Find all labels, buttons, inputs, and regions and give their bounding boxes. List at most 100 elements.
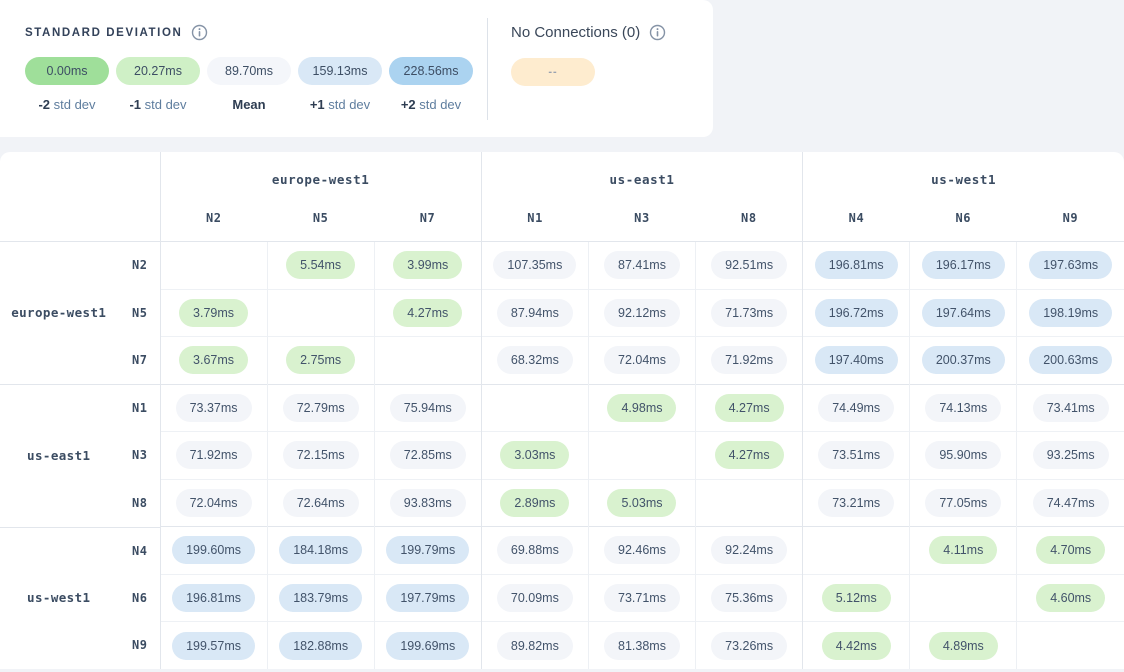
- latency-pill[interactable]: 2.75ms: [286, 346, 355, 374]
- latency-pill[interactable]: 87.41ms: [604, 251, 680, 279]
- latency-pill[interactable]: 89.82ms: [497, 632, 573, 660]
- latency-pill[interactable]: 200.37ms: [922, 346, 1005, 374]
- latency-pill[interactable]: 182.88ms: [279, 632, 362, 660]
- latency-pill[interactable]: 74.13ms: [925, 394, 1001, 422]
- latency-pill[interactable]: 93.83ms: [390, 489, 466, 517]
- latency-pill[interactable]: 4.27ms: [393, 299, 462, 327]
- matrix-cell: 197.40ms: [803, 337, 910, 385]
- latency-pill[interactable]: 197.63ms: [1029, 251, 1112, 279]
- legend-pill: 159.13ms: [298, 57, 382, 85]
- latency-pill[interactable]: 4.60ms: [1036, 584, 1105, 612]
- matrix-cell: 184.18ms: [267, 527, 374, 575]
- latency-pill[interactable]: 73.41ms: [1033, 394, 1109, 422]
- latency-pill[interactable]: 197.79ms: [386, 584, 469, 612]
- latency-pill[interactable]: 72.04ms: [176, 489, 252, 517]
- latency-pill[interactable]: 199.69ms: [386, 632, 469, 660]
- latency-pill[interactable]: 4.27ms: [715, 441, 784, 469]
- latency-pill[interactable]: 92.51ms: [711, 251, 787, 279]
- latency-pill[interactable]: 92.12ms: [604, 299, 680, 327]
- latency-pill[interactable]: 93.25ms: [1033, 441, 1109, 469]
- latency-pill[interactable]: 77.05ms: [925, 489, 1001, 517]
- info-icon-glyph: [191, 24, 208, 41]
- latency-pill[interactable]: 87.94ms: [497, 299, 573, 327]
- latency-pill[interactable]: 196.81ms: [172, 584, 255, 612]
- latency-pill[interactable]: 199.79ms: [386, 536, 469, 564]
- latency-pill[interactable]: 95.90ms: [925, 441, 1001, 469]
- latency-pill[interactable]: 71.92ms: [176, 441, 252, 469]
- latency-pill[interactable]: 73.37ms: [176, 394, 252, 422]
- latency-pill[interactable]: 73.21ms: [818, 489, 894, 517]
- latency-pill[interactable]: 2.89ms: [500, 489, 569, 517]
- latency-pill[interactable]: 81.38ms: [604, 632, 680, 660]
- matrix-cell: 107.35ms: [481, 241, 588, 289]
- matrix-cell: 200.37ms: [910, 337, 1017, 385]
- latency-pill[interactable]: 72.64ms: [283, 489, 359, 517]
- matrix-cell: 72.15ms: [267, 432, 374, 480]
- info-icon[interactable]: [191, 24, 208, 41]
- legend-label: -1 std dev: [116, 97, 200, 112]
- latency-pill[interactable]: 184.18ms: [279, 536, 362, 564]
- latency-pill[interactable]: 74.49ms: [818, 394, 894, 422]
- latency-pill[interactable]: 5.03ms: [607, 489, 676, 517]
- matrix-cell: 73.26ms: [696, 622, 803, 670]
- latency-pill[interactable]: 4.98ms: [607, 394, 676, 422]
- latency-pill[interactable]: 92.46ms: [604, 536, 680, 564]
- latency-pill[interactable]: 68.32ms: [497, 346, 573, 374]
- latency-pill[interactable]: 92.24ms: [711, 536, 787, 564]
- latency-pill[interactable]: 73.26ms: [711, 632, 787, 660]
- row-node-label: N3: [118, 448, 148, 462]
- latency-pill[interactable]: 196.17ms: [922, 251, 1005, 279]
- latency-pill[interactable]: 72.15ms: [283, 441, 359, 469]
- latency-pill[interactable]: 74.47ms: [1033, 489, 1109, 517]
- latency-pill[interactable]: 69.88ms: [497, 536, 573, 564]
- legend-card: STANDARD DEVIATION 0.00ms -2 std dev 20.…: [0, 0, 713, 137]
- latency-pill[interactable]: 75.36ms: [711, 584, 787, 612]
- latency-pill[interactable]: 73.51ms: [818, 441, 894, 469]
- latency-pill[interactable]: 4.11ms: [929, 536, 997, 564]
- matrix-cell: 92.46ms: [588, 527, 695, 575]
- latency-pill[interactable]: 4.89ms: [929, 632, 998, 660]
- legend-pill: 20.27ms: [116, 57, 200, 85]
- latency-pill[interactable]: 5.12ms: [822, 584, 891, 612]
- matrix-cell: 4.98ms: [588, 384, 695, 432]
- matrix-row-N2: N2 5.54ms 3.99ms 107.35ms 87.41ms 92.51ms 196.…: [0, 241, 1124, 289]
- latency-pill[interactable]: 72.79ms: [283, 394, 359, 422]
- row-group-label: us-east1: [0, 448, 118, 463]
- latency-pill[interactable]: 3.79ms: [179, 299, 248, 327]
- latency-pill[interactable]: 71.92ms: [711, 346, 787, 374]
- latency-pill[interactable]: 197.40ms: [815, 346, 898, 374]
- legend-item: 228.56ms +2 std dev: [389, 57, 473, 112]
- matrix-cell: [374, 337, 481, 385]
- latency-pill[interactable]: 200.63ms: [1029, 346, 1112, 374]
- matrix-cell: 95.90ms: [910, 432, 1017, 480]
- latency-pill[interactable]: 3.03ms: [500, 441, 569, 469]
- latency-pill[interactable]: 107.35ms: [493, 251, 576, 279]
- latency-pill[interactable]: 71.73ms: [711, 299, 787, 327]
- latency-pill[interactable]: 183.79ms: [279, 584, 362, 612]
- latency-pill[interactable]: 4.27ms: [715, 394, 784, 422]
- latency-pill[interactable]: 73.71ms: [604, 584, 680, 612]
- latency-pill[interactable]: 5.54ms: [286, 251, 355, 279]
- latency-pill[interactable]: 197.64ms: [922, 299, 1005, 327]
- latency-pill[interactable]: 4.42ms: [822, 632, 891, 660]
- latency-pill[interactable]: 199.57ms: [172, 632, 255, 660]
- column-group-us-east1: us-east1: [481, 152, 802, 207]
- latency-pill[interactable]: 75.94ms: [390, 394, 466, 422]
- latency-pill[interactable]: 199.60ms: [172, 536, 255, 564]
- latency-pill[interactable]: 198.19ms: [1029, 299, 1112, 327]
- latency-pill[interactable]: 70.09ms: [497, 584, 573, 612]
- row-node-label: N2: [118, 258, 148, 272]
- latency-pill[interactable]: 4.70ms: [1036, 536, 1105, 564]
- matrix-cell: 196.81ms: [803, 241, 910, 289]
- matrix-cell: 77.05ms: [910, 479, 1017, 527]
- matrix-cell: 74.13ms: [910, 384, 1017, 432]
- latency-pill[interactable]: 3.99ms: [393, 251, 462, 279]
- latency-pill[interactable]: 196.81ms: [815, 251, 898, 279]
- latency-pill[interactable]: 72.04ms: [604, 346, 680, 374]
- row-label-N4: N4: [0, 527, 160, 575]
- latency-pill[interactable]: 72.85ms: [390, 441, 466, 469]
- matrix-cell: 73.51ms: [803, 432, 910, 480]
- latency-pill[interactable]: 3.67ms: [179, 346, 248, 374]
- latency-pill[interactable]: 196.72ms: [815, 299, 898, 327]
- info-icon[interactable]: [649, 24, 666, 41]
